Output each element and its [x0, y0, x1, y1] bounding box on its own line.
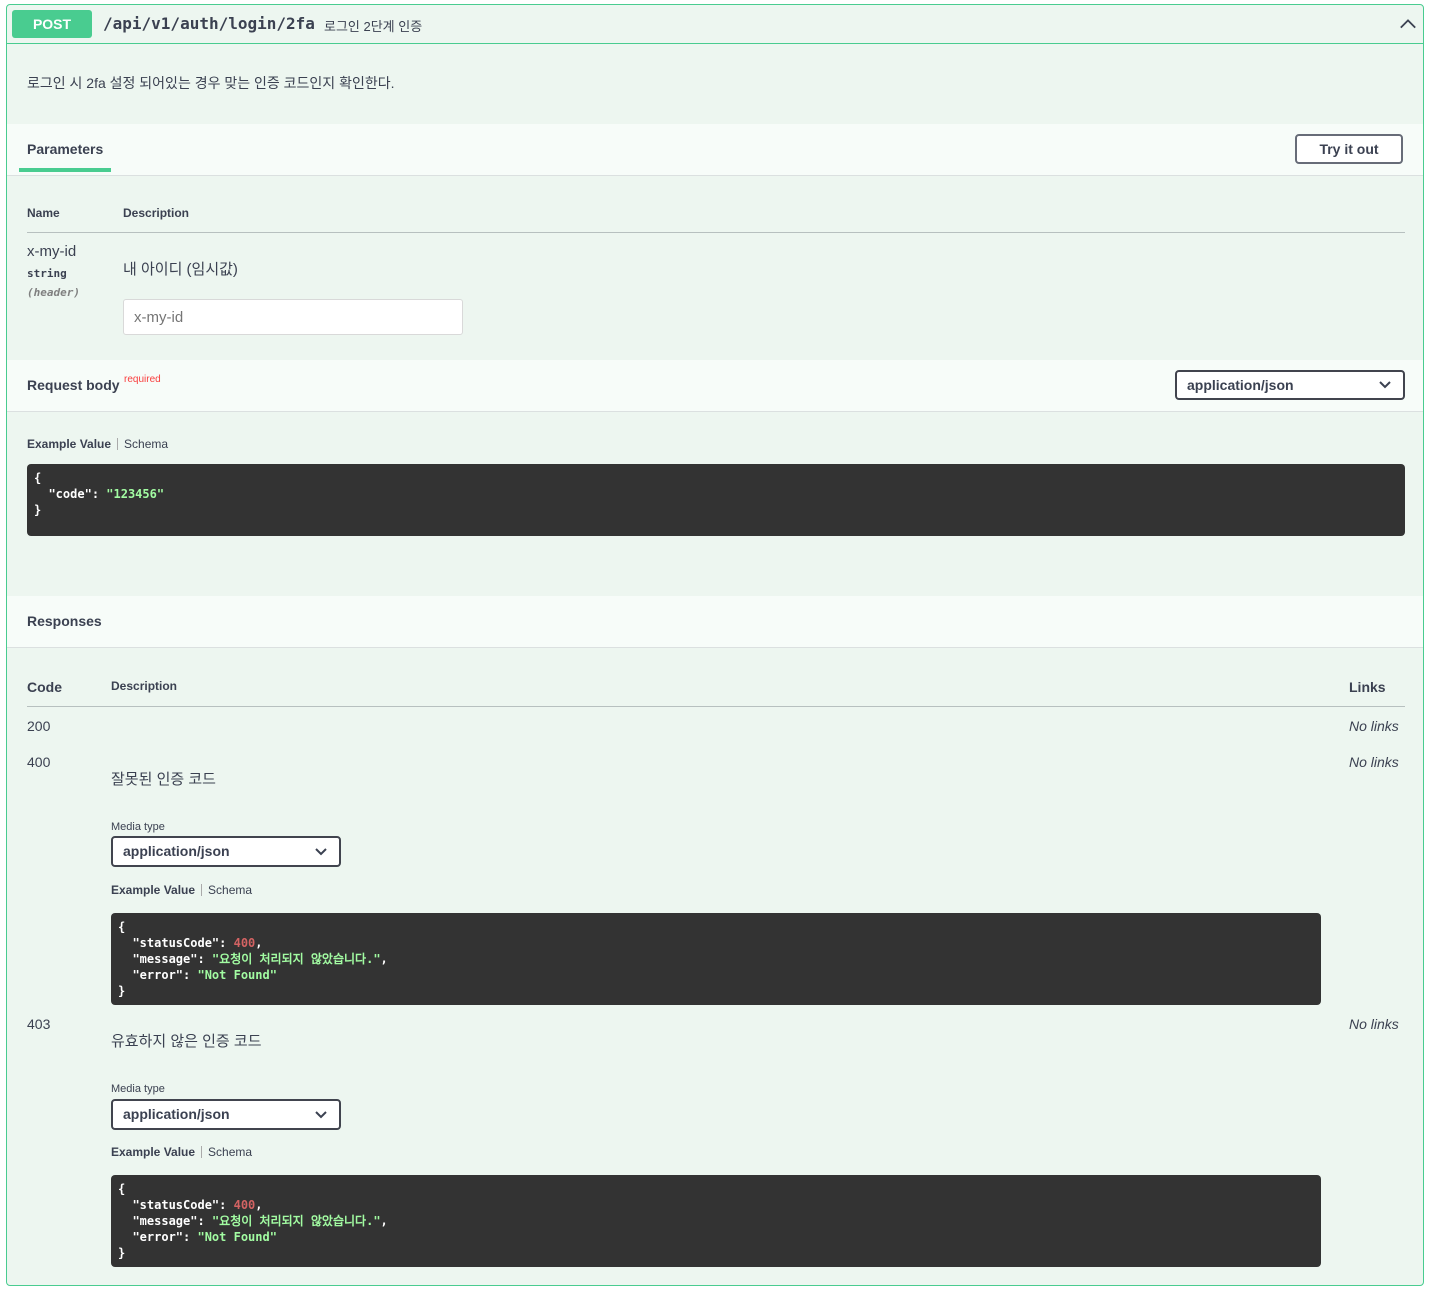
http-method-badge: POST — [12, 10, 92, 38]
media-type-label: Media type — [111, 821, 165, 833]
tab-schema[interactable]: Schema — [124, 437, 168, 451]
opblock-summary[interactable]: POST /api/v1/auth/login/2fa 로그인 2단계 인증 — [7, 5, 1423, 44]
response-links: No links — [1349, 1016, 1399, 1032]
tab-example-value[interactable]: Example Value — [111, 883, 195, 897]
media-type-value: application/json — [123, 1106, 230, 1122]
media-type-value: application/json — [123, 843, 230, 859]
tab-separator — [117, 438, 119, 450]
response-400-example-tabs: Example Value Schema — [111, 883, 252, 897]
response-400-example-code: { "statusCode": 400, "message": "요청이 처리되… — [111, 913, 1321, 1005]
response-403-example-code: { "statusCode": 400, "message": "요청이 처리되… — [111, 1175, 1321, 1267]
resp-table-divider — [27, 706, 1405, 707]
response-403-media-type-select[interactable]: application/json — [111, 1099, 341, 1130]
response-code: 400 — [27, 754, 51, 770]
opblock-post: POST /api/v1/auth/login/2fa 로그인 2단계 인증 로… — [6, 4, 1424, 1286]
request-body-title: Request body — [27, 377, 120, 393]
request-example-code: { "code": "123456" } — [27, 464, 1405, 536]
tab-active-indicator — [19, 168, 111, 172]
resp-col-links: Links — [1349, 679, 1386, 695]
param-col-description: Description — [123, 206, 190, 220]
tab-separator — [201, 1146, 203, 1158]
param-description: 내 아이디 (임시값) — [123, 261, 238, 278]
endpoint-summary: 로그인 2단계 인증 — [324, 19, 423, 34]
tab-example-value[interactable]: Example Value — [27, 437, 111, 451]
resp-col-description: Description — [111, 679, 178, 693]
param-col-name: Name — [27, 206, 60, 220]
required-label: required — [124, 374, 161, 385]
x-my-id-input[interactable] — [123, 299, 463, 335]
param-table-divider — [27, 232, 1405, 233]
response-description: 잘못된 인증 코드 — [111, 771, 216, 788]
request-content-type-select[interactable]: application/json — [1175, 370, 1405, 400]
tab-schema[interactable]: Schema — [208, 1145, 252, 1159]
tab-separator — [201, 884, 203, 896]
responses-title: Responses — [27, 613, 102, 629]
response-400-media-type-select[interactable]: application/json — [111, 836, 341, 867]
response-description: 유효하지 않은 인증 코드 — [111, 1033, 262, 1050]
responses-header: Responses — [7, 596, 1423, 648]
try-it-out-button[interactable]: Try it out — [1295, 134, 1403, 164]
request-example-tabs: Example Value Schema — [27, 437, 168, 451]
media-type-label: Media type — [111, 1083, 165, 1095]
parameters-header: Parameters Try it out — [7, 124, 1423, 176]
response-links: No links — [1349, 754, 1399, 770]
response-code: 403 — [27, 1016, 51, 1032]
operation-description: 로그인 시 2fa 설정 되어있는 경우 맞는 인증 코드인지 확인한다. — [27, 75, 395, 91]
resp-col-code: Code — [27, 679, 62, 695]
tab-schema[interactable]: Schema — [208, 883, 252, 897]
chevron-down-icon — [1379, 381, 1391, 389]
request-content-type-value: application/json — [1187, 377, 1294, 393]
param-name: x-my-id — [27, 243, 77, 260]
param-type: string — [27, 267, 67, 280]
response-links: No links — [1349, 718, 1399, 734]
response-403-example-tabs: Example Value Schema — [111, 1145, 252, 1159]
request-body-header: Request body required application/json — [7, 360, 1423, 412]
response-code: 200 — [27, 718, 51, 734]
tab-parameters[interactable]: Parameters — [27, 141, 103, 157]
tab-example-value[interactable]: Example Value — [111, 1145, 195, 1159]
chevron-up-icon[interactable] — [1399, 15, 1417, 33]
endpoint-path[interactable]: /api/v1/auth/login/2fa — [103, 14, 315, 33]
param-location: (header) — [27, 286, 80, 299]
chevron-down-icon — [315, 1110, 327, 1118]
chevron-down-icon — [315, 847, 327, 855]
